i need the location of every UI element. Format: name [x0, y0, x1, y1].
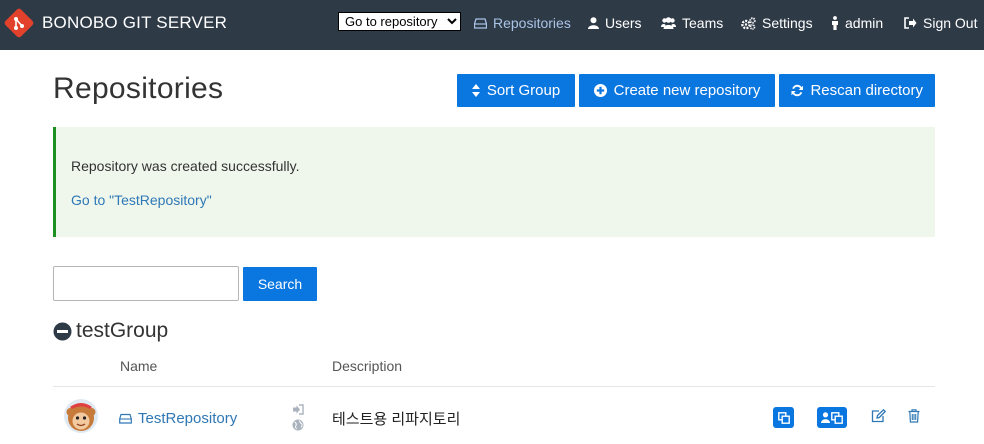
clone-url-button[interactable]: [773, 407, 794, 428]
monkey-avatar-icon: [64, 399, 98, 433]
edit-icon[interactable]: [871, 409, 886, 423]
group-name: testGroup: [76, 319, 169, 342]
column-header-description[interactable]: Description: [332, 358, 402, 374]
nav-repositories[interactable]: Repositories: [474, 13, 571, 33]
sort-icon: [471, 84, 480, 97]
create-new-repository-label: Create new repository: [613, 82, 761, 99]
trash-icon[interactable]: [908, 409, 920, 423]
nav-sign-out-label: Sign Out: [923, 15, 978, 31]
nav-admin-label: admin: [845, 15, 884, 31]
header-divider: [53, 386, 935, 387]
hdd-icon: [474, 18, 487, 29]
sign-out-icon: [904, 17, 917, 29]
git-logo-icon[interactable]: [4, 8, 34, 38]
copy-icon: [831, 411, 843, 424]
nav-sign-out[interactable]: Sign Out: [904, 13, 977, 33]
user-icon: [588, 17, 599, 29]
users-icon: [661, 17, 676, 29]
nav-teams-label: Teams: [682, 15, 724, 31]
go-to-repository-select[interactable]: Go to repository: [338, 12, 461, 31]
nav-users-label: Users: [605, 15, 642, 31]
person-icon: [832, 16, 838, 30]
success-alert: Repository was created successfully. Go …: [53, 127, 935, 237]
rescan-directory-label: Rescan directory: [810, 82, 923, 99]
search-button[interactable]: Search: [243, 267, 317, 301]
nav-teams[interactable]: Teams: [661, 13, 723, 33]
search-input[interactable]: [53, 266, 239, 301]
globe-icon: [292, 419, 304, 431]
go-to-repository-link[interactable]: Go to "TestRepository": [71, 192, 212, 208]
minus-circle-icon[interactable]: [53, 322, 72, 341]
brand-title[interactable]: BONOBO GIT SERVER: [42, 13, 227, 33]
sign-in-icon: [293, 404, 304, 415]
create-new-repository-button[interactable]: Create new repository: [579, 74, 775, 107]
cogs-icon: [741, 16, 756, 30]
plus-circle-icon: [593, 84, 607, 97]
hdd-icon: [119, 413, 132, 424]
group-header[interactable]: testGroup: [53, 318, 168, 344]
copy-icon: [777, 411, 790, 424]
top-navbar: BONOBO GIT SERVER Go to repository Repos…: [0, 0, 984, 50]
nav-repositories-label: Repositories: [493, 15, 571, 31]
avatar: [64, 399, 98, 433]
sort-group-label: Sort Group: [486, 82, 561, 99]
repository-description: 테스트용 리파지토리: [332, 411, 461, 428]
clone-url-with-user-button[interactable]: [817, 407, 847, 428]
nav-settings[interactable]: Settings: [741, 13, 813, 33]
refresh-icon: [791, 84, 803, 97]
nav-admin[interactable]: admin: [831, 13, 883, 33]
rescan-directory-button[interactable]: Rescan directory: [779, 74, 935, 107]
nav-settings-label: Settings: [762, 15, 813, 31]
repository-link[interactable]: TestRepository: [119, 409, 237, 427]
user-icon: [821, 412, 830, 423]
sort-group-button[interactable]: Sort Group: [457, 74, 575, 107]
nav-users[interactable]: Users: [588, 13, 642, 33]
alert-message: Repository was created successfully.: [71, 158, 300, 174]
repository-name: TestRepository: [138, 409, 238, 427]
page-title: Repositories: [53, 72, 224, 105]
column-header-name[interactable]: Name: [120, 358, 157, 374]
